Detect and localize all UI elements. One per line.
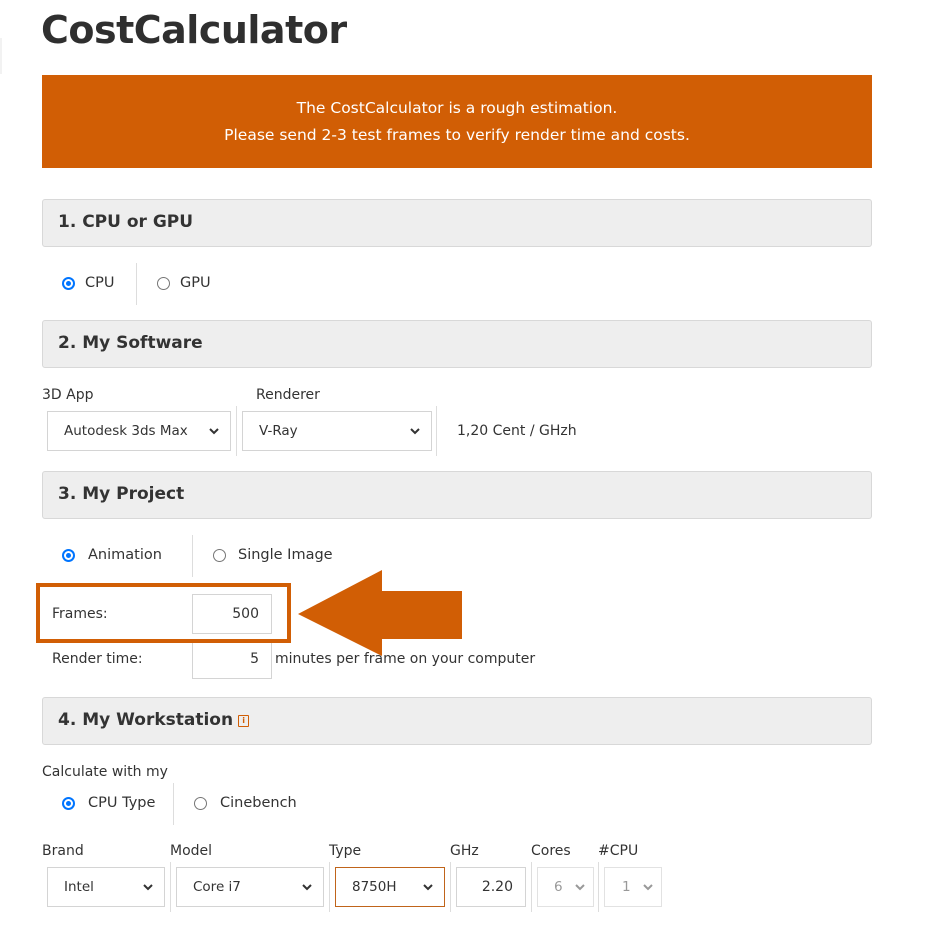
chevron-down-icon xyxy=(300,880,314,894)
cpu-type-radio[interactable] xyxy=(62,797,75,810)
arrow-left-icon xyxy=(298,570,462,656)
render-time-label: Render time: xyxy=(52,651,143,667)
section-header-cpu-gpu: 1. CPU or GPU xyxy=(42,199,872,247)
type-select-value: 8750H xyxy=(352,879,397,895)
animation-radio-label[interactable]: Animation xyxy=(88,547,162,563)
left-edge-marker xyxy=(0,38,2,74)
chevron-down-icon xyxy=(141,880,155,894)
renderer-select[interactable]: V-Ray xyxy=(242,411,432,451)
single-image-radio[interactable] xyxy=(213,549,226,562)
cpu-count-label: #CPU xyxy=(598,843,639,859)
gpu-radio-label[interactable]: GPU xyxy=(180,275,211,291)
chevron-down-icon xyxy=(573,880,587,894)
divider xyxy=(170,862,171,912)
highlight-box xyxy=(36,583,291,643)
ghz-input[interactable]: 2.20 xyxy=(456,867,526,907)
model-select[interactable]: Core i7 xyxy=(176,867,324,907)
section-title: 3. My Project xyxy=(58,484,185,504)
app-label: 3D App xyxy=(42,387,94,403)
divider xyxy=(450,862,451,912)
section-header-software: 2. My Software xyxy=(42,320,872,368)
page-title: CostCalculator xyxy=(41,8,347,52)
divider xyxy=(173,783,174,825)
divider xyxy=(436,406,437,456)
chevron-down-icon xyxy=(207,424,221,438)
banner-line-2: Please send 2-3 test frames to verify re… xyxy=(224,126,690,144)
app-select-value: Autodesk 3ds Max xyxy=(64,423,188,439)
cpu-radio-label[interactable]: CPU xyxy=(85,275,114,291)
cpu-count-select[interactable]: 1 xyxy=(604,867,662,907)
divider xyxy=(136,263,137,305)
divider xyxy=(598,862,599,912)
animation-radio[interactable] xyxy=(62,549,75,562)
banner-line-1: The CostCalculator is a rough estimation… xyxy=(296,99,618,117)
divider xyxy=(531,862,532,912)
cores-select[interactable]: 6 xyxy=(537,867,594,907)
cpu-type-radio-label[interactable]: CPU Type xyxy=(88,795,155,811)
section-header-project: 3. My Project xyxy=(42,471,872,519)
cores-select-value: 6 xyxy=(554,879,563,895)
chevron-down-icon xyxy=(641,880,655,894)
renderer-label: Renderer xyxy=(256,387,320,403)
divider xyxy=(236,406,237,456)
calc-with-label: Calculate with my xyxy=(42,764,168,780)
rate-text: 1,20 Cent / GHzh xyxy=(457,423,577,439)
model-label: Model xyxy=(170,843,213,859)
info-icon[interactable]: i xyxy=(238,715,250,727)
section-title: 1. CPU or GPU xyxy=(58,212,194,232)
gpu-radio[interactable] xyxy=(157,277,170,290)
divider xyxy=(192,535,193,577)
cores-label: Cores xyxy=(531,843,571,859)
renderer-select-value: V-Ray xyxy=(259,423,298,439)
ghz-input-value: 2.20 xyxy=(481,879,513,895)
type-select[interactable]: 8750H xyxy=(335,867,445,907)
divider xyxy=(329,862,330,912)
chevron-down-icon xyxy=(421,880,435,894)
section-title: 4. My Workstation i xyxy=(58,710,250,730)
cpu-count-select-value: 1 xyxy=(622,879,631,895)
section-title-text: 4. My Workstation xyxy=(58,710,234,730)
ghz-label: GHz xyxy=(450,843,479,859)
brand-select[interactable]: Intel xyxy=(47,867,165,907)
cpu-radio[interactable] xyxy=(62,277,75,290)
section-title: 2. My Software xyxy=(58,333,203,353)
render-time-input[interactable]: 5 xyxy=(192,639,272,679)
cinebench-radio[interactable] xyxy=(194,797,207,810)
brand-select-value: Intel xyxy=(64,879,94,895)
cinebench-radio-label[interactable]: Cinebench xyxy=(220,795,297,811)
section-header-workstation: 4. My Workstation i xyxy=(42,697,872,745)
model-select-value: Core i7 xyxy=(193,879,241,895)
chevron-down-icon xyxy=(408,424,422,438)
type-label: Type xyxy=(329,843,362,859)
brand-label: Brand xyxy=(42,843,84,859)
app-select[interactable]: Autodesk 3ds Max xyxy=(47,411,231,451)
info-banner: The CostCalculator is a rough estimation… xyxy=(42,75,872,168)
render-time-input-value: 5 xyxy=(250,651,259,667)
